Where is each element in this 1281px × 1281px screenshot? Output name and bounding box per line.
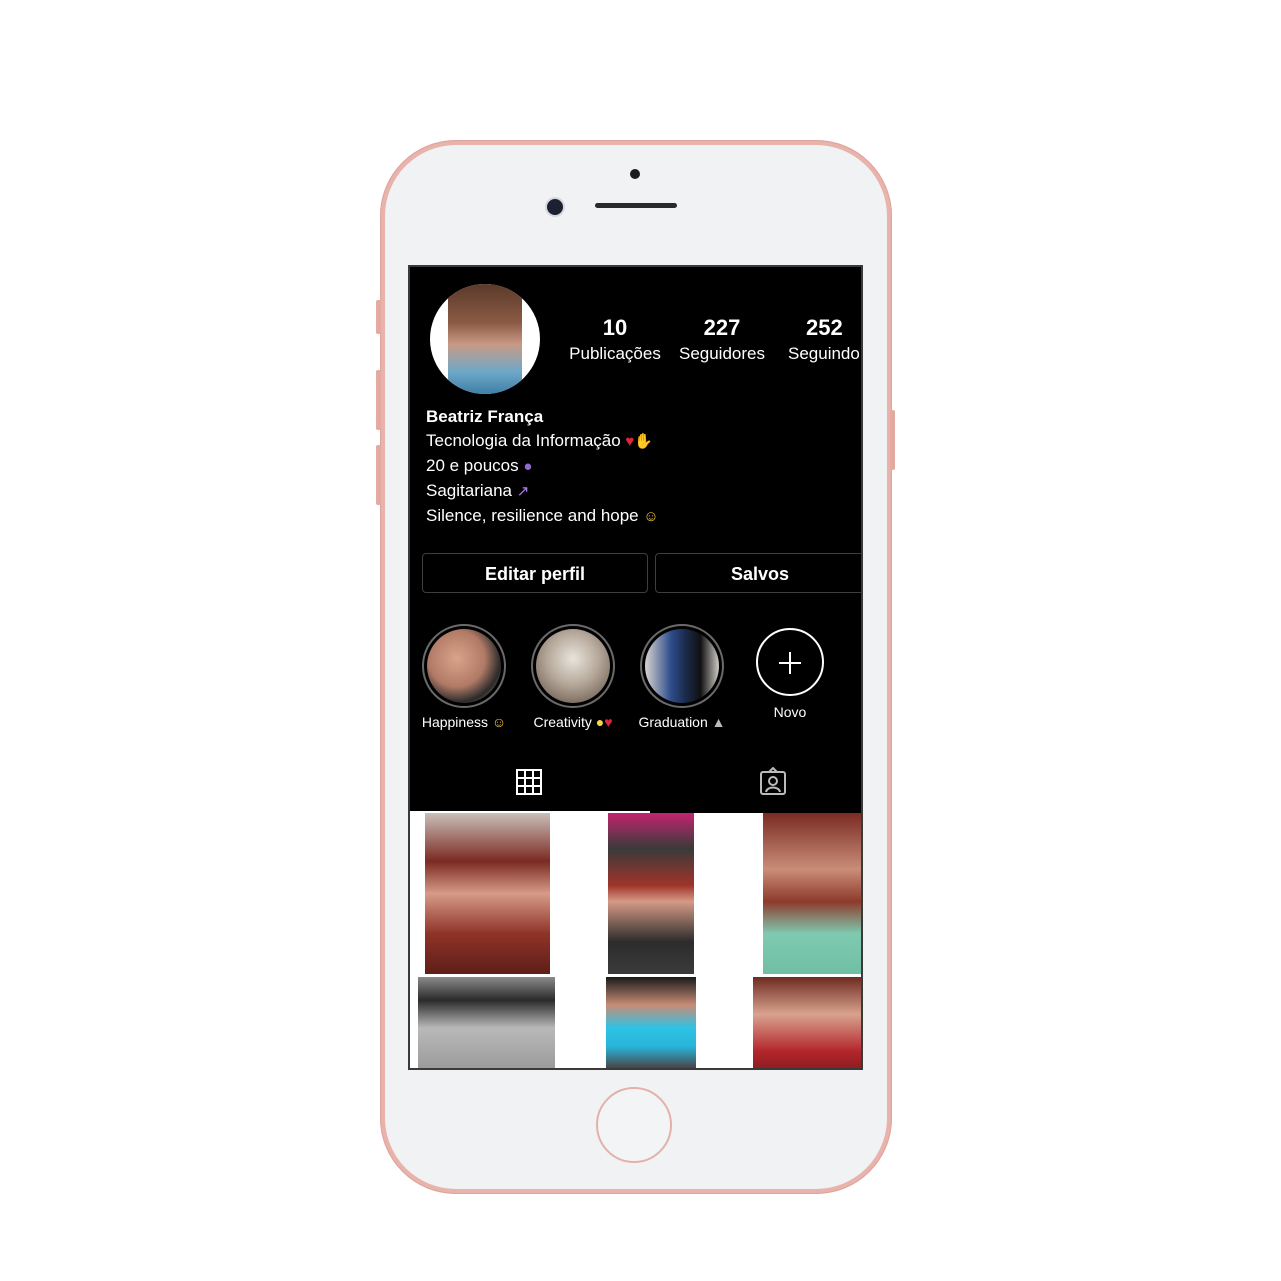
highlight-creativity[interactable]: Creativity ●♥ bbox=[528, 624, 618, 730]
graduation-cap-icon: ▲ bbox=[711, 714, 726, 730]
edit-profile-button[interactable]: Editar perfil bbox=[422, 553, 648, 593]
power-button bbox=[890, 410, 895, 470]
highlight-ring bbox=[640, 624, 724, 708]
posts-grid bbox=[410, 813, 861, 1068]
plus-icon bbox=[756, 628, 824, 696]
grid-icon bbox=[516, 769, 542, 795]
post-thumbnail[interactable] bbox=[410, 813, 567, 974]
following-label: Seguindo bbox=[788, 344, 860, 363]
post-thumbnail[interactable] bbox=[733, 813, 861, 974]
highlight-new[interactable]: Novo bbox=[745, 624, 835, 720]
highlight-ring bbox=[531, 624, 615, 708]
tab-grid[interactable] bbox=[410, 755, 650, 813]
home-button[interactable] bbox=[596, 1087, 672, 1163]
profile-bio: Beatriz França Tecnologia da Informação … bbox=[426, 405, 659, 529]
heart-icon: ♥ bbox=[604, 714, 613, 730]
smile-icon: ☺ bbox=[491, 714, 507, 730]
stat-followers[interactable]: 227 Seguidores bbox=[672, 315, 772, 365]
lightbulb-icon: ● bbox=[595, 714, 605, 730]
profile-screen: 10 Publicações 227 Seguidores 252 Seguin… bbox=[408, 265, 863, 1070]
highlight-cover bbox=[427, 629, 501, 703]
volume-down-button bbox=[376, 445, 381, 505]
front-camera bbox=[547, 199, 563, 215]
front-sensor bbox=[630, 169, 640, 179]
stat-following[interactable]: 252 Seguindo bbox=[788, 315, 861, 365]
following-count: 252 bbox=[806, 315, 843, 340]
posts-count: 10 bbox=[602, 315, 628, 340]
bio-line: Tecnologia da Informação ♥✋ bbox=[426, 431, 654, 450]
highlight-label: Novo bbox=[773, 704, 807, 720]
highlight-label: Graduation ▲ bbox=[638, 714, 726, 730]
followers-count: 227 bbox=[703, 315, 741, 340]
heart-icon: ♥ bbox=[625, 433, 635, 450]
highlight-ring bbox=[422, 624, 506, 708]
bio-line: 20 e poucos ● bbox=[426, 456, 533, 475]
bio-line: Silence, resilience and hope ☺ bbox=[426, 506, 659, 525]
earpiece-speaker bbox=[595, 203, 677, 208]
stat-posts[interactable]: 10 Publicações bbox=[565, 315, 665, 365]
highlight-graduation[interactable]: Graduation ▲ bbox=[637, 624, 727, 730]
followers-label: Seguidores bbox=[678, 344, 765, 363]
sagittarius-icon: ↗ bbox=[516, 483, 530, 500]
highlight-label: Creativity ●♥ bbox=[533, 714, 613, 730]
post-thumbnail[interactable] bbox=[570, 977, 730, 1068]
tab-tagged[interactable] bbox=[652, 755, 861, 811]
post-thumbnail[interactable] bbox=[733, 977, 861, 1068]
avatar-photo bbox=[448, 284, 522, 394]
posts-label: Publicações bbox=[569, 344, 661, 363]
ok-hand-icon: ✋ bbox=[634, 433, 654, 450]
post-thumbnail[interactable] bbox=[410, 977, 567, 1068]
highlight-cover bbox=[645, 629, 719, 703]
mute-switch bbox=[376, 300, 381, 334]
woman-icon: ● bbox=[523, 458, 533, 475]
smile-icon: ☺ bbox=[643, 508, 659, 525]
volume-up-button bbox=[376, 370, 381, 430]
post-thumbnail[interactable] bbox=[570, 813, 730, 974]
bio-line: Sagitariana ↗ bbox=[426, 481, 530, 500]
highlight-cover bbox=[536, 629, 610, 703]
profile-name: Beatriz França bbox=[426, 407, 544, 426]
highlight-happiness[interactable]: Happiness ☺ bbox=[419, 624, 509, 730]
saved-button[interactable]: Salvos bbox=[655, 553, 861, 593]
tagged-person-icon bbox=[760, 767, 786, 795]
avatar[interactable] bbox=[430, 284, 540, 394]
highlight-label: Happiness ☺ bbox=[421, 714, 507, 730]
